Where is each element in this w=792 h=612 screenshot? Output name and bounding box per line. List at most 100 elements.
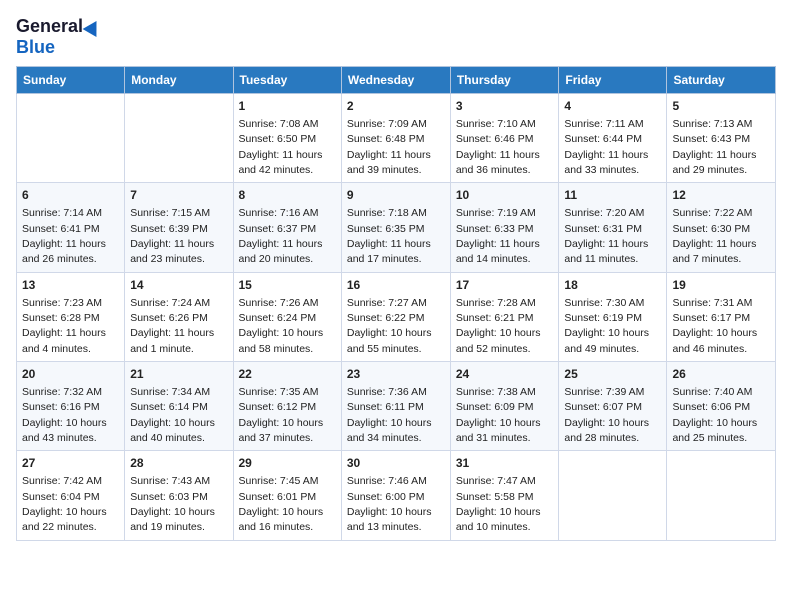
- day-info: Sunrise: 7:23 AMSunset: 6:28 PMDaylight:…: [22, 297, 106, 355]
- calendar-cell: 14 Sunrise: 7:24 AMSunset: 6:26 PMDayligh…: [125, 272, 233, 361]
- day-info: Sunrise: 7:34 AMSunset: 6:14 PMDaylight:…: [130, 386, 215, 444]
- calendar-cell: 18 Sunrise: 7:30 AMSunset: 6:19 PMDayligh…: [559, 272, 667, 361]
- day-number: 24: [456, 366, 554, 383]
- calendar-cell: 4 Sunrise: 7:11 AMSunset: 6:44 PMDaylight…: [559, 94, 667, 183]
- day-number: 19: [672, 277, 770, 294]
- calendar-cell: 26Sunrise: 7:40 AMSunset: 6:06 PMDayligh…: [667, 362, 776, 451]
- calendar-week-row: 1 Sunrise: 7:08 AMSunset: 6:50 PMDaylight…: [17, 94, 776, 183]
- calendar-cell: 9 Sunrise: 7:18 AMSunset: 6:35 PMDaylight…: [341, 183, 450, 272]
- day-info: Sunrise: 7:38 AMSunset: 6:09 PMDaylight:…: [456, 386, 541, 444]
- day-info: Sunrise: 7:19 AMSunset: 6:33 PMDaylight:…: [456, 207, 540, 265]
- day-info: Sunrise: 7:22 AMSunset: 6:30 PMDaylight:…: [672, 207, 756, 265]
- calendar-cell: [667, 451, 776, 540]
- day-info: Sunrise: 7:20 AMSunset: 6:31 PMDaylight:…: [564, 207, 648, 265]
- day-info: Sunrise: 7:45 AMSunset: 6:01 PMDaylight:…: [239, 475, 324, 533]
- day-info: Sunrise: 7:24 AMSunset: 6:26 PMDaylight:…: [130, 297, 214, 355]
- logo: General Blue: [16, 16, 101, 58]
- day-number: 25: [564, 366, 661, 383]
- day-number: 15: [239, 277, 336, 294]
- logo-triangle-icon: [83, 16, 104, 36]
- calendar-cell: 27 Sunrise: 7:42 AMSunset: 6:04 PMDayligh…: [17, 451, 125, 540]
- calendar-cell: 11 Sunrise: 7:20 AMSunset: 6:31 PMDayligh…: [559, 183, 667, 272]
- col-header-saturday: Saturday: [667, 67, 776, 94]
- day-number: 22: [239, 366, 336, 383]
- day-number: 11: [564, 187, 661, 204]
- calendar-cell: 30 Sunrise: 7:46 AMSunset: 6:00 PMDayligh…: [341, 451, 450, 540]
- day-info: Sunrise: 7:46 AMSunset: 6:00 PMDaylight:…: [347, 475, 432, 533]
- day-info: Sunrise: 7:26 AMSunset: 6:24 PMDaylight:…: [239, 297, 324, 355]
- calendar-cell: 2Sunrise: 7:09 AMSunset: 6:48 PMDaylight…: [341, 94, 450, 183]
- logo-general-text: General: [16, 16, 83, 37]
- col-header-sunday: Sunday: [17, 67, 125, 94]
- day-number: 30: [347, 455, 445, 472]
- day-number: 4: [564, 98, 661, 115]
- calendar-cell: 10Sunrise: 7:19 AMSunset: 6:33 PMDayligh…: [450, 183, 559, 272]
- day-info: Sunrise: 7:16 AMSunset: 6:37 PMDaylight:…: [239, 207, 323, 265]
- day-number: 1: [239, 98, 336, 115]
- calendar-cell: [559, 451, 667, 540]
- calendar-cell: 28 Sunrise: 7:43 AMSunset: 6:03 PMDayligh…: [125, 451, 233, 540]
- calendar-cell: 1 Sunrise: 7:08 AMSunset: 6:50 PMDaylight…: [233, 94, 341, 183]
- day-info: Sunrise: 7:15 AMSunset: 6:39 PMDaylight:…: [130, 207, 214, 265]
- day-info: Sunrise: 7:35 AMSunset: 6:12 PMDaylight:…: [239, 386, 324, 444]
- calendar-cell: 19 Sunrise: 7:31 AMSunset: 6:17 PMDayligh…: [667, 272, 776, 361]
- day-info: Sunrise: 7:42 AMSunset: 6:04 PMDaylight:…: [22, 475, 107, 533]
- calendar-week-row: 13 Sunrise: 7:23 AMSunset: 6:28 PMDayligh…: [17, 272, 776, 361]
- calendar-cell: 29Sunrise: 7:45 AMSunset: 6:01 PMDayligh…: [233, 451, 341, 540]
- calendar-cell: 16 Sunrise: 7:27 AMSunset: 6:22 PMDayligh…: [341, 272, 450, 361]
- col-header-tuesday: Tuesday: [233, 67, 341, 94]
- calendar-cell: 3Sunrise: 7:10 AMSunset: 6:46 PMDaylight…: [450, 94, 559, 183]
- logo-blue-text: Blue: [16, 37, 55, 58]
- day-number: 27: [22, 455, 119, 472]
- day-info: Sunrise: 7:28 AMSunset: 6:21 PMDaylight:…: [456, 297, 541, 355]
- day-info: Sunrise: 7:39 AMSunset: 6:07 PMDaylight:…: [564, 386, 649, 444]
- day-info: Sunrise: 7:11 AMSunset: 6:44 PMDaylight:…: [564, 118, 648, 176]
- day-info: Sunrise: 7:13 AMSunset: 6:43 PMDaylight:…: [672, 118, 756, 176]
- calendar-cell: 6Sunrise: 7:14 AMSunset: 6:41 PMDaylight…: [17, 183, 125, 272]
- day-info: Sunrise: 7:31 AMSunset: 6:17 PMDaylight:…: [672, 297, 757, 355]
- calendar-cell: 8 Sunrise: 7:16 AMSunset: 6:37 PMDaylight…: [233, 183, 341, 272]
- calendar-cell: 15 Sunrise: 7:26 AMSunset: 6:24 PMDayligh…: [233, 272, 341, 361]
- day-number: 16: [347, 277, 445, 294]
- header: General Blue: [16, 16, 776, 58]
- calendar-week-row: 20Sunrise: 7:32 AMSunset: 6:16 PMDayligh…: [17, 362, 776, 451]
- calendar-cell: 7 Sunrise: 7:15 AMSunset: 6:39 PMDaylight…: [125, 183, 233, 272]
- calendar-cell: 12 Sunrise: 7:22 AMSunset: 6:30 PMDayligh…: [667, 183, 776, 272]
- day-number: 7: [130, 187, 227, 204]
- calendar-cell: 13 Sunrise: 7:23 AMSunset: 6:28 PMDayligh…: [17, 272, 125, 361]
- day-number: 18: [564, 277, 661, 294]
- day-number: 28: [130, 455, 227, 472]
- day-number: 12: [672, 187, 770, 204]
- calendar-cell: [125, 94, 233, 183]
- calendar-cell: 24 Sunrise: 7:38 AMSunset: 6:09 PMDayligh…: [450, 362, 559, 451]
- calendar-cell: 31 Sunrise: 7:47 AMSunset: 5:58 PMDayligh…: [450, 451, 559, 540]
- calendar-cell: 25 Sunrise: 7:39 AMSunset: 6:07 PMDayligh…: [559, 362, 667, 451]
- col-header-thursday: Thursday: [450, 67, 559, 94]
- day-number: 2: [347, 98, 445, 115]
- calendar-cell: 22 Sunrise: 7:35 AMSunset: 6:12 PMDayligh…: [233, 362, 341, 451]
- day-number: 31: [456, 455, 554, 472]
- day-info: Sunrise: 7:47 AMSunset: 5:58 PMDaylight:…: [456, 475, 541, 533]
- col-header-wednesday: Wednesday: [341, 67, 450, 94]
- day-info: Sunrise: 7:30 AMSunset: 6:19 PMDaylight:…: [564, 297, 649, 355]
- calendar-cell: [17, 94, 125, 183]
- day-info: Sunrise: 7:32 AMSunset: 6:16 PMDaylight:…: [22, 386, 107, 444]
- day-number: 23: [347, 366, 445, 383]
- day-number: 8: [239, 187, 336, 204]
- day-info: Sunrise: 7:08 AMSunset: 6:50 PMDaylight:…: [239, 118, 323, 176]
- calendar-week-row: 27 Sunrise: 7:42 AMSunset: 6:04 PMDayligh…: [17, 451, 776, 540]
- calendar-cell: 20Sunrise: 7:32 AMSunset: 6:16 PMDayligh…: [17, 362, 125, 451]
- day-info: Sunrise: 7:43 AMSunset: 6:03 PMDaylight:…: [130, 475, 215, 533]
- day-number: 5: [672, 98, 770, 115]
- day-number: 13: [22, 277, 119, 294]
- day-number: 9: [347, 187, 445, 204]
- col-header-monday: Monday: [125, 67, 233, 94]
- calendar-cell: 5 Sunrise: 7:13 AMSunset: 6:43 PMDaylight…: [667, 94, 776, 183]
- day-number: 21: [130, 366, 227, 383]
- day-info: Sunrise: 7:18 AMSunset: 6:35 PMDaylight:…: [347, 207, 431, 265]
- calendar-cell: 23 Sunrise: 7:36 AMSunset: 6:11 PMDayligh…: [341, 362, 450, 451]
- day-number: 14: [130, 277, 227, 294]
- day-info: Sunrise: 7:27 AMSunset: 6:22 PMDaylight:…: [347, 297, 432, 355]
- day-info: Sunrise: 7:10 AMSunset: 6:46 PMDaylight:…: [456, 118, 540, 176]
- day-info: Sunrise: 7:36 AMSunset: 6:11 PMDaylight:…: [347, 386, 432, 444]
